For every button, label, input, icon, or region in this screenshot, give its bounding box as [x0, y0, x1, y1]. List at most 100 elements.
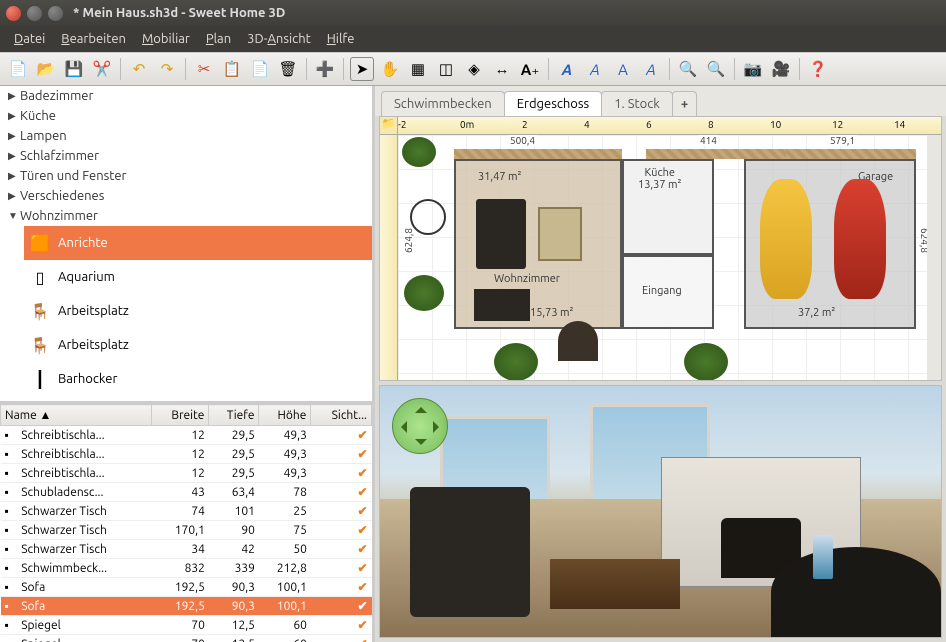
catalog-item[interactable]: ┃Barhocker [24, 362, 372, 396]
video-icon[interactable]: 🎥 [769, 57, 793, 81]
catalog-category[interactable]: ▶Lampen [0, 126, 372, 146]
rug-plan[interactable] [538, 207, 582, 261]
ruler-mark: 10 [770, 119, 781, 130]
plan-scrollbar[interactable] [927, 135, 941, 380]
create-text-icon[interactable]: A₊ [518, 57, 542, 81]
menu-bearbeiten[interactable]: Bearbeiten [55, 30, 132, 48]
open-file-icon[interactable]: 📂 [34, 57, 58, 81]
catalog-item[interactable]: 🪑Arbeitsplatz [24, 328, 372, 362]
select-tool-icon[interactable]: ➤ [350, 57, 374, 81]
help-icon[interactable]: ❓ [806, 57, 830, 81]
ruler-mark: 0m [460, 119, 474, 130]
ruler-mark: 12 [832, 119, 843, 130]
room-label-eingang: Eingang [642, 285, 682, 297]
zoom-in-icon[interactable]: 🔍 [676, 57, 700, 81]
photo-icon[interactable]: 📷 [741, 57, 765, 81]
catalog-category[interactable]: ▶Türen und Fenster [0, 166, 372, 186]
floorplan-canvas[interactable]: 500,4 414 579,1 624,8 624,8 Wohnzimmer 3… [398, 135, 941, 380]
room-area: 37,2 m² [798, 307, 835, 319]
catalog-item[interactable]: 🪑Arbeitsplatz [24, 294, 372, 328]
table-row[interactable]: ▪ Schwarzer Tisch7410125✔ [1, 502, 372, 521]
compass-icon[interactable] [410, 199, 446, 235]
menu-mobiliar[interactable]: Mobiliar [136, 30, 196, 48]
chair-plan[interactable] [558, 321, 598, 361]
plant[interactable] [494, 343, 538, 381]
catalog-category[interactable]: ▶Verschiedenes [0, 186, 372, 206]
ruler-vertical [380, 135, 398, 380]
car-yellow[interactable] [760, 179, 812, 299]
table-row[interactable]: ▪ Sofa192,590,3100,1✔ [1, 578, 372, 597]
save-icon[interactable]: 💾 [62, 57, 86, 81]
table-row[interactable]: ▪ Schreibtischla...1229,549,3✔ [1, 445, 372, 464]
menu-hilfe[interactable]: Hilfe [321, 30, 361, 48]
create-walls-icon[interactable]: ▦ [406, 57, 430, 81]
table-row[interactable]: ▪ Schwimmbeck...832339212,8✔ [1, 559, 372, 578]
level-tab[interactable]: Schwimmbecken [381, 91, 505, 116]
delete-icon[interactable]: 🗑 [276, 57, 300, 81]
table-header[interactable]: Tiefe [209, 405, 259, 426]
table-row[interactable]: ▪ Schwarzer Tisch344250✔ [1, 540, 372, 559]
furniture-catalog[interactable]: ▶Badezimmer▶Küche▶Lampen▶Schlafzimmer▶Tü… [0, 86, 372, 404]
catalog-category[interactable]: ▶Küche [0, 106, 372, 126]
menu-3d-ansicht[interactable]: 3D-Ansicht [241, 30, 317, 48]
table-row[interactable]: ▪ Schreibtischla...1229,549,3✔ [1, 426, 372, 445]
ruler-mark: 8 [708, 119, 714, 130]
level-tab[interactable]: Erdgeschoss [504, 91, 602, 116]
pan-tool-icon[interactable]: ✋ [378, 57, 402, 81]
car-red[interactable] [834, 179, 886, 299]
3d-navigation-control[interactable] [392, 398, 448, 454]
plant[interactable] [684, 343, 728, 381]
ruler-mark: 4 [584, 119, 590, 130]
add-furniture-icon[interactable]: ➕ [313, 57, 337, 81]
redo-icon[interactable]: ↷ [155, 57, 179, 81]
catalog-category[interactable]: ▶Schlafzimmer [0, 146, 372, 166]
create-dimensions-icon[interactable]: ↔ [490, 57, 514, 81]
window-minimize-button[interactable] [27, 6, 42, 21]
text-italic-icon[interactable]: A [583, 57, 607, 81]
table-row[interactable]: ▪ Schubladensc...4363,478✔ [1, 483, 372, 502]
catalog-item[interactable]: 🟧Anrichte [24, 226, 372, 260]
dim-label: 414 [698, 135, 719, 146]
new-file-icon[interactable]: 📄 [6, 57, 30, 81]
table-row[interactable]: ▪ Spiegel7012,560✔ [1, 635, 372, 642]
3d-view[interactable] [379, 385, 942, 638]
catalog-item[interactable]: ▯Aquarium [24, 260, 372, 294]
add-level-button[interactable]: + [672, 91, 697, 116]
create-polyline-icon[interactable]: ◈ [462, 57, 486, 81]
table-row[interactable]: ▪ Schwarzer Tisch170,19075✔ [1, 521, 372, 540]
paste-icon[interactable]: 📄 [248, 57, 272, 81]
table-header[interactable]: Name ▲ [1, 405, 152, 426]
plant[interactable] [404, 275, 444, 311]
window-maximize-button[interactable] [48, 6, 63, 21]
undo-icon[interactable]: ↶ [127, 57, 151, 81]
plan-view[interactable]: 📁 -20m2468101214 500,4 414 579,1 624,8 6… [379, 116, 942, 381]
preferences-icon[interactable]: ✂️ [90, 57, 114, 81]
table-plan[interactable] [474, 289, 530, 321]
cut-icon[interactable]: ✂ [192, 57, 216, 81]
text-size-up-icon[interactable]: A [611, 57, 635, 81]
table-row[interactable]: ▪ Spiegel7012,560✔ [1, 616, 372, 635]
ruler-corner[interactable]: 📁 [380, 117, 398, 135]
text-bold-icon[interactable]: A [555, 57, 579, 81]
window-close-button[interactable] [6, 6, 21, 21]
zoom-out-icon[interactable]: 🔍 [704, 57, 728, 81]
catalog-category[interactable]: ▶Badezimmer [0, 86, 372, 106]
table-row[interactable]: ▪ Schreibtischla...1229,549,3✔ [1, 464, 372, 483]
menu-plan[interactable]: Plan [200, 30, 237, 48]
level-tab[interactable]: 1. Stock [601, 91, 673, 116]
copy-icon[interactable]: 📋 [220, 57, 244, 81]
toolbar: 📄 📂 💾 ✂️ ↶ ↷ ✂ 📋 📄 🗑 ➕ ➤ ✋ ▦ ◫ ◈ ↔ A₊ A … [0, 52, 946, 86]
catalog-category[interactable]: ▼Wohnzimmer [0, 206, 372, 226]
table-header[interactable]: Breite [152, 405, 209, 426]
table-row[interactable]: ▪ Sofa192,590,3100,1✔ [1, 597, 372, 616]
create-rooms-icon[interactable]: ◫ [434, 57, 458, 81]
table-header[interactable]: Sicht... [311, 405, 372, 426]
furniture-icon: 🟧 [30, 230, 50, 256]
dining-table-3d [771, 547, 941, 637]
sofa-plan[interactable] [476, 199, 526, 269]
table-header[interactable]: Höhe [259, 405, 311, 426]
text-size-down-icon[interactable]: A [639, 57, 663, 81]
plant[interactable] [402, 137, 436, 167]
menu-datei[interactable]: Datei [8, 30, 51, 48]
furniture-table[interactable]: Name ▲BreiteTiefeHöheSicht... ▪ Schreibt… [0, 404, 372, 642]
